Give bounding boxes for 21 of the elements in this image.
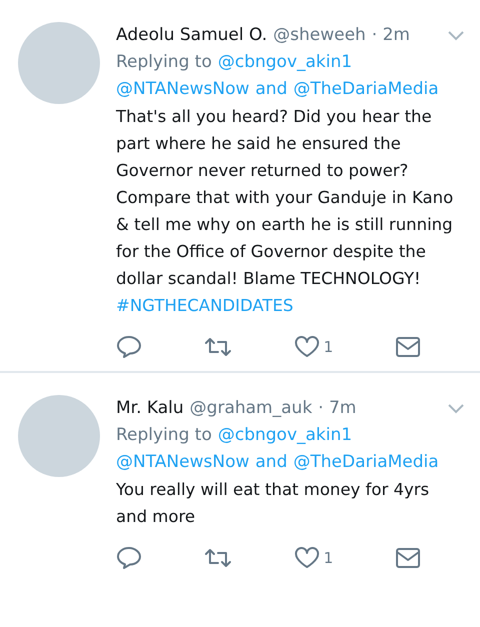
tweet-text: You really will eat that money for 4yrs and more: [116, 479, 430, 528]
timestamp: · 2m: [372, 24, 410, 47]
mention-link[interactable]: @TheDariaMedia: [293, 76, 439, 103]
mention-link[interactable]: @cbngov_akin1: [218, 422, 352, 449]
timestamp: · 7m: [318, 397, 356, 420]
hashtag-link[interactable]: #NGTHECANDIDATES: [116, 292, 294, 319]
user-name: Adeolu Samuel O.: [116, 24, 268, 47]
user-handle: @graham_auk: [190, 397, 312, 420]
like-count: 1: [324, 549, 334, 567]
user-handle: @sheweeh: [273, 24, 366, 47]
conjunction-text: and: [255, 451, 288, 474]
mention-link[interactable]: @NTANewsNow: [116, 76, 250, 103]
conjunction-text: and: [255, 78, 288, 101]
mention-link[interactable]: @cbngov_akin1: [218, 49, 352, 76]
replying-to-label: Replying to: [116, 51, 212, 74]
user-name: Mr. Kalu: [116, 397, 184, 420]
mention-link[interactable]: @NTANewsNow: [116, 449, 250, 476]
replying-to-label: Replying to: [116, 424, 212, 447]
tweet-text: That's all you heard? Did you hear the part where he said he ensured the Governor never returned to power? Compare that with your Ganduje in Kano & tell me why on earth he is still running for the Office of Governor despite the dollar scandal! Blame TECHNOLOGY!: [116, 106, 454, 290]
like-count: 1: [324, 338, 334, 356]
mention-link[interactable]: @TheDariaMedia: [293, 449, 439, 476]
